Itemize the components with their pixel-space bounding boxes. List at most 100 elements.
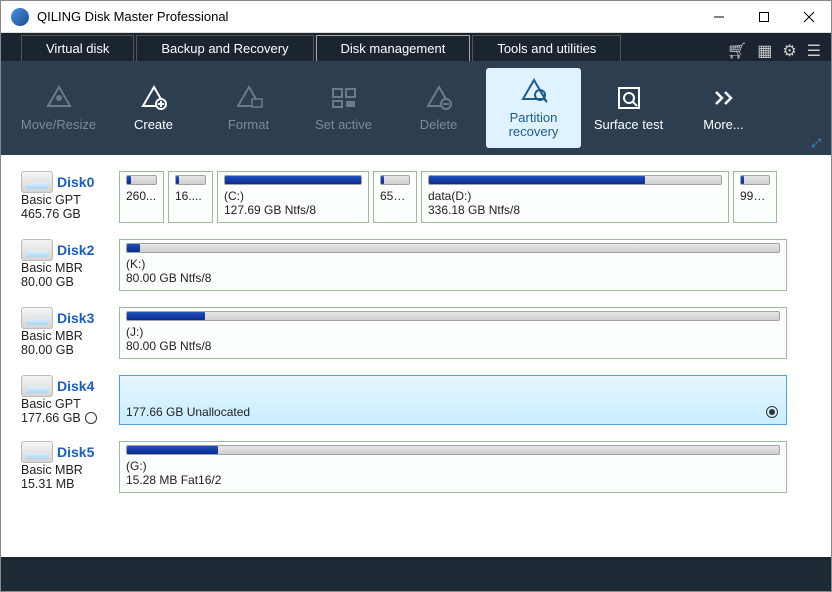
partition[interactable]: 995... [733, 171, 777, 223]
partitions: (G:)15.28 MB Fat16/2 [119, 441, 813, 493]
partitions: (K:)80.00 GB Ntfs/8 [119, 239, 813, 291]
tool-label: Delete [420, 118, 458, 132]
tool-icon [330, 84, 358, 112]
tool-label: Set active [315, 118, 372, 132]
tool-label: Surface test [594, 118, 663, 132]
tool-label: Partitionrecovery [509, 111, 559, 140]
close-button[interactable] [786, 1, 831, 33]
radio-selected-icon [766, 406, 778, 418]
disk-label-block[interactable]: Disk2 Basic MBR80.00 GB [21, 239, 113, 291]
disk-name: Disk0 [57, 174, 94, 190]
maximize-button[interactable] [741, 1, 786, 33]
main-tabs: Virtual disk Backup and Recovery Disk ma… [1, 33, 831, 61]
tool-partition[interactable]: Partitionrecovery [486, 68, 581, 148]
tool-label: More... [703, 118, 743, 132]
disk-type: Basic MBR [21, 329, 113, 343]
partition-label: (K:) [126, 257, 780, 271]
app-icon [11, 8, 29, 26]
partition-label: (J:) [126, 325, 780, 339]
disk-icon [21, 239, 53, 261]
settings-icon[interactable]: ⚙ [782, 41, 796, 61]
title-bar: QILING Disk Master Professional [1, 1, 831, 33]
usage-bar [740, 175, 770, 185]
disk-icon [21, 307, 53, 329]
disk-row: Disk4Basic GPT177.66 GB177.66 GB Unalloc… [21, 375, 813, 425]
disk-type: Basic MBR [21, 261, 113, 275]
tool-icon [710, 84, 738, 112]
usage-bar [126, 445, 780, 455]
disk-row: Disk3 Basic MBR80.00 GB (J:)80.00 GB Ntfs/… [21, 307, 813, 359]
list-icon[interactable]: ▦ [757, 41, 772, 61]
disk-type: Basic GPT [21, 193, 113, 207]
partitions: 260...16....(C:)127.69 GB Ntfs/8653...da… [119, 171, 813, 223]
disk-label-block[interactable]: Disk3 Basic MBR80.00 GB [21, 307, 113, 359]
usage-bar [380, 175, 410, 185]
partition-info: 995... [740, 189, 770, 205]
partition-label: (G:) [126, 459, 780, 473]
partition[interactable]: 16.... [168, 171, 213, 223]
disk-icon [21, 441, 53, 463]
tab-backup-recovery[interactable]: Backup and Recovery [136, 35, 313, 61]
partition[interactable]: data(D:)336.18 GB Ntfs/8 [421, 171, 729, 223]
disk-name: Disk2 [57, 242, 94, 258]
tool-icon [425, 84, 453, 112]
usage-bar [224, 175, 362, 185]
partition-info: 80.00 GB Ntfs/8 [126, 271, 780, 287]
disk-label-block[interactable]: Disk5Basic MBR15.31 MB [21, 441, 113, 493]
tool-delete: Delete [391, 68, 486, 148]
expand-icon[interactable]: ⤢ [811, 136, 821, 151]
partition[interactable]: 177.66 GB Unallocated [119, 375, 787, 425]
disk-type: Basic GPT [21, 397, 113, 411]
tool-label: Move/Resize [21, 118, 96, 132]
tool-icon [45, 84, 73, 112]
disk-name: Disk4 [57, 378, 94, 394]
tool-set: Set active [296, 68, 391, 148]
usage-bar [428, 175, 722, 185]
partition-label: (C:) [224, 189, 362, 203]
window-title: QILING Disk Master Professional [37, 9, 696, 24]
partition[interactable]: (J:)80.00 GB Ntfs/8 [119, 307, 787, 359]
partition[interactable]: 260... [119, 171, 164, 223]
disk-size: 80.00 GB [21, 275, 74, 289]
tool-more[interactable]: More... [676, 68, 771, 148]
disk-list[interactable]: Disk0Basic GPT465.76 GB260...16....(C:)1… [1, 155, 831, 557]
tab-virtual-disk[interactable]: Virtual disk [21, 35, 134, 61]
tab-tools-utilities[interactable]: Tools and utilities [472, 35, 621, 61]
disk-icon [21, 375, 53, 397]
disk-name: Disk3 [57, 310, 94, 326]
partition[interactable]: 653... [373, 171, 417, 223]
partition-info: 80.00 GB Ntfs/8 [126, 339, 780, 355]
tab-disk-management[interactable]: Disk management [316, 35, 471, 61]
partition[interactable]: (K:)80.00 GB Ntfs/8 [119, 239, 787, 291]
partition-label: data(D:) [428, 189, 722, 203]
tool-label: Format [228, 118, 269, 132]
menu-icon[interactable]: ☰ [807, 41, 821, 61]
tool-format: Format [201, 68, 296, 148]
disk-size: 80.00 GB [21, 343, 74, 357]
disk-name: Disk5 [57, 444, 94, 460]
tool-icon [520, 77, 548, 105]
minimize-button[interactable] [696, 1, 741, 33]
tool-create[interactable]: Create [106, 68, 201, 148]
partitions: 177.66 GB Unallocated [119, 375, 813, 425]
partition-info: 336.18 GB Ntfs/8 [428, 203, 722, 219]
disk-label-block[interactable]: Disk4Basic GPT177.66 GB [21, 375, 113, 425]
tool-icon [140, 84, 168, 112]
disk-icon [21, 171, 53, 193]
tool-icon [235, 84, 263, 112]
usage-bar [175, 175, 206, 185]
disk-row: Disk5Basic MBR15.31 MB(G:)15.28 MB Fat16… [21, 441, 813, 493]
usage-bar [126, 311, 780, 321]
tool-surface[interactable]: Surface test [581, 68, 676, 148]
partition-info: 177.66 GB Unallocated [126, 405, 780, 421]
disk-size: 465.76 GB [21, 207, 81, 221]
partition[interactable]: (C:)127.69 GB Ntfs/8 [217, 171, 369, 223]
usage-bar [126, 243, 780, 253]
status-bar [1, 557, 831, 591]
tool-icon [615, 84, 643, 112]
tool-move: Move/Resize [11, 68, 106, 148]
partition[interactable]: (G:)15.28 MB Fat16/2 [119, 441, 787, 493]
disk-label-block[interactable]: Disk0 Basic GPT465.76 GB [21, 171, 113, 223]
partition-info: 16.... [175, 189, 206, 205]
cart-icon[interactable]: 🛒︎ [727, 41, 747, 61]
